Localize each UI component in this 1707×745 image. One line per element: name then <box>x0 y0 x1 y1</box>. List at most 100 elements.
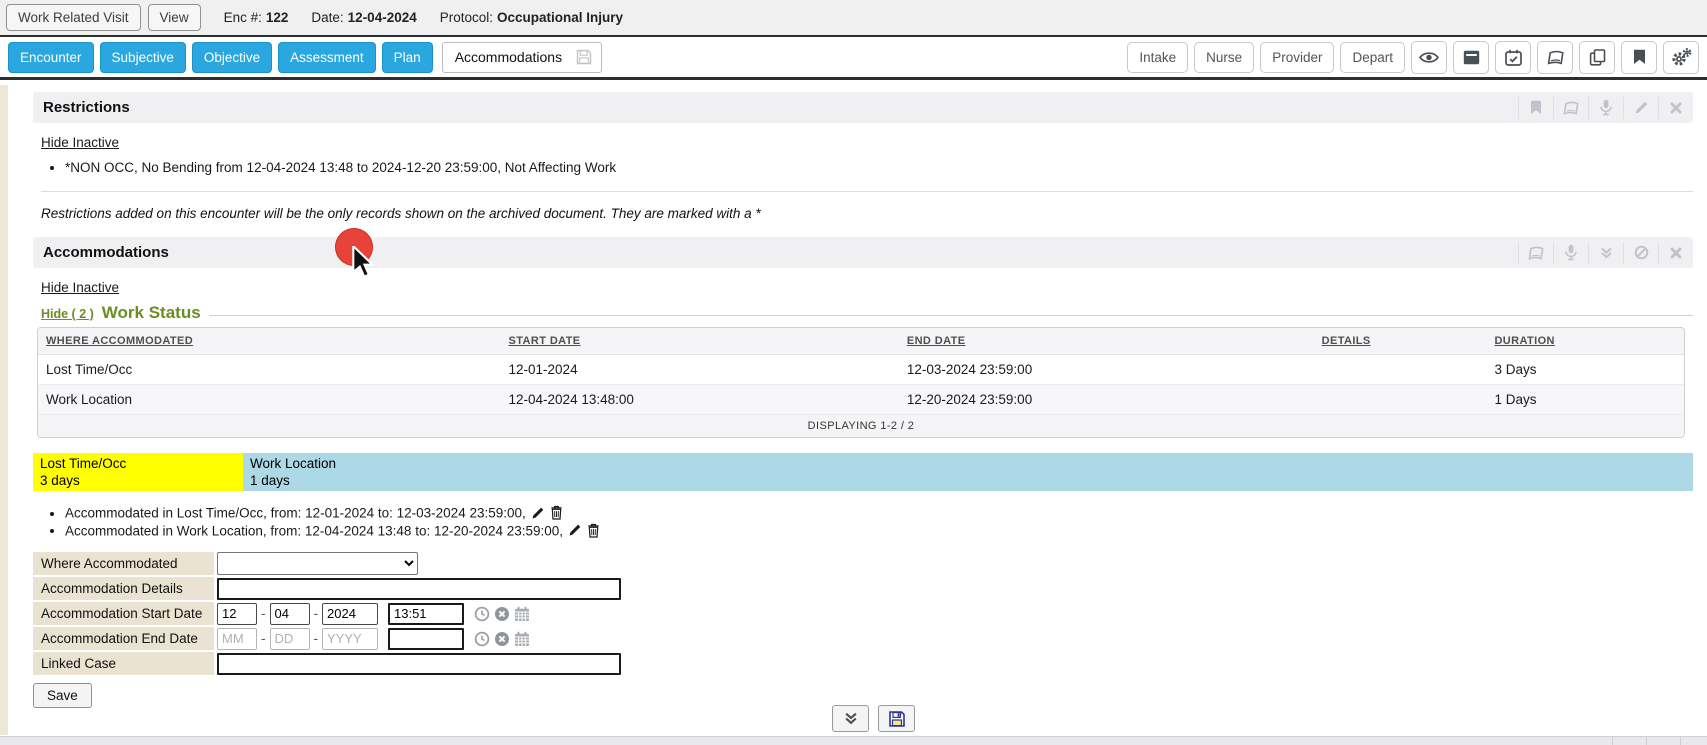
delete-trash-icon[interactable] <box>587 523 600 538</box>
gears-icon[interactable] <box>1663 41 1699 74</box>
cell-details <box>1314 355 1487 385</box>
accommodation-form: Where Accommodated Accommodation Details… <box>33 552 1693 708</box>
restrictions-note: Restrictions added on this encounter wil… <box>41 206 1693 221</box>
bookmark-icon[interactable] <box>1621 41 1657 74</box>
copy-icon[interactable] <box>1579 41 1615 74</box>
view-button[interactable]: View <box>148 4 201 31</box>
accommodation-timeline: Lost Time/Occ 3 days Work Location 1 day… <box>33 453 1693 491</box>
end-month-input[interactable] <box>217 628 257 650</box>
restrictions-title: Restrictions <box>43 99 130 116</box>
nurse-button[interactable]: Nurse <box>1194 42 1254 73</box>
tab-subjective[interactable]: Subjective <box>100 42 186 73</box>
end-time-input[interactable] <box>388 628 464 650</box>
start-day-input[interactable] <box>270 603 310 625</box>
active-tab-label: Accommodations <box>443 49 574 65</box>
collapse-section-button[interactable] <box>832 705 869 732</box>
date-separator: - <box>261 631 266 646</box>
col-details[interactable]: DETAILS <box>1314 328 1487 355</box>
end-calendar-icon[interactable] <box>514 631 530 647</box>
start-date-label: Accommodation Start Date <box>33 602 214 625</box>
timeline-segment-lost-time: Lost Time/Occ 3 days <box>33 453 243 491</box>
timeline-label: Work Location <box>250 455 1686 472</box>
restrictions-microphone-icon[interactable] <box>1588 97 1623 119</box>
save-section-button[interactable] <box>878 705 915 732</box>
provider-button[interactable]: Provider <box>1260 42 1334 73</box>
linked-case-input[interactable] <box>217 653 621 675</box>
entry-text: Accommodated in Work Location, from: 12-… <box>65 523 563 538</box>
intake-button[interactable]: Intake <box>1127 42 1188 73</box>
restrictions-close-icon[interactable] <box>1658 97 1693 119</box>
tab-save-icon[interactable] <box>574 49 601 65</box>
accommodations-close-icon[interactable] <box>1658 242 1693 264</box>
start-calendar-icon[interactable] <box>514 606 530 622</box>
encounter-number-value: 122 <box>266 10 289 25</box>
cell-start: 12-01-2024 <box>501 355 899 385</box>
edit-pencil-icon[interactable] <box>531 506 545 520</box>
where-accommodated-select[interactable] <box>217 552 418 575</box>
end-clock-icon[interactable] <box>474 631 490 647</box>
accommodations-block-icon[interactable] <box>1623 242 1658 264</box>
col-duration[interactable]: DURATION <box>1486 328 1684 355</box>
restriction-item: *NON OCC, No Bending from 12-04-2024 13:… <box>65 160 1693 175</box>
encounter-date-field: Date:12-04-2024 <box>311 10 416 25</box>
work-related-visit-button[interactable]: Work Related Visit <box>6 4 141 31</box>
depart-button[interactable]: Depart <box>1340 42 1405 73</box>
encounter-number-label: Enc #: <box>224 10 262 25</box>
encounter-date-label: Date: <box>311 10 343 25</box>
accommodations-book-icon[interactable] <box>1518 242 1553 264</box>
cell-duration: 3 Days <box>1486 355 1684 385</box>
end-date-label: Accommodation End Date <box>33 627 214 650</box>
start-clock-icon[interactable] <box>474 606 490 622</box>
left-margin-strip <box>0 85 8 735</box>
accommodation-details-label: Accommodation Details <box>33 577 214 600</box>
col-where-accommodated[interactable]: WHERE ACCOMMODATED <box>38 328 501 355</box>
protocol-field: Protocol:Occupational Injury <box>440 10 623 25</box>
accommodation-entry: Accommodated in Lost Time/Occ, from: 12-… <box>65 505 1693 521</box>
where-accommodated-label: Where Accommodated <box>33 552 214 575</box>
restrictions-book-icon[interactable] <box>1553 97 1588 119</box>
tab-accommodations-active[interactable]: Accommodations <box>442 42 602 73</box>
cell-details <box>1314 385 1487 415</box>
cell-where: Work Location <box>38 385 501 415</box>
delete-trash-icon[interactable] <box>550 505 563 520</box>
start-time-input[interactable] <box>388 603 464 625</box>
accommodations-section-header: Accommodations <box>33 237 1693 268</box>
table-row: Work Location 12-04-2024 13:48:00 12-20-… <box>38 385 1684 415</box>
end-day-input[interactable] <box>270 628 310 650</box>
end-year-input[interactable] <box>322 628 378 650</box>
table-paging-status: DISPLAYING 1-2 / 2 <box>38 415 1684 437</box>
col-start-date[interactable]: START DATE <box>501 328 899 355</box>
encounter-top-bar: Work Related Visit View Enc #: 122 Date:1… <box>0 0 1707 37</box>
accommodations-collapse-icon[interactable] <box>1588 242 1623 264</box>
tab-assessment[interactable]: Assessment <box>278 42 376 73</box>
restrictions-pencil-icon[interactable] <box>1623 97 1658 119</box>
tab-plan[interactable]: Plan <box>382 42 433 73</box>
work-status-table: WHERE ACCOMMODATED START DATE END DATE D… <box>37 327 1685 438</box>
save-button[interactable]: Save <box>33 683 92 708</box>
accommodations-microphone-icon[interactable] <box>1553 242 1588 264</box>
restrictions-bookmark-icon[interactable] <box>1518 97 1553 119</box>
linked-case-label: Linked Case <box>33 652 214 675</box>
accommodations-title: Accommodations <box>43 244 169 261</box>
date-separator: - <box>314 631 319 646</box>
start-year-input[interactable] <box>322 603 378 625</box>
edit-pencil-icon[interactable] <box>568 523 582 537</box>
eye-icon[interactable] <box>1411 41 1447 74</box>
end-clear-icon[interactable] <box>494 631 510 647</box>
restrictions-divider <box>41 191 1693 192</box>
calendar-check-icon[interactable] <box>1495 41 1531 74</box>
tab-objective[interactable]: Objective <box>192 42 272 73</box>
work-status-hide-link[interactable]: Hide ( 2 ) <box>41 307 94 321</box>
bottom-edge-bar <box>0 736 1707 745</box>
start-clear-icon[interactable] <box>494 606 510 622</box>
restrictions-hide-inactive-link[interactable]: Hide Inactive <box>41 135 119 150</box>
date-separator: - <box>314 606 319 621</box>
book-icon[interactable] <box>1537 41 1573 74</box>
archive-icon[interactable] <box>1453 41 1489 74</box>
accommodations-hide-inactive-link[interactable]: Hide Inactive <box>41 280 119 295</box>
tab-encounter[interactable]: Encounter <box>8 42 94 73</box>
start-month-input[interactable] <box>217 603 257 625</box>
accommodation-details-input[interactable] <box>217 578 621 600</box>
cell-start: 12-04-2024 13:48:00 <box>501 385 899 415</box>
col-end-date[interactable]: END DATE <box>899 328 1314 355</box>
